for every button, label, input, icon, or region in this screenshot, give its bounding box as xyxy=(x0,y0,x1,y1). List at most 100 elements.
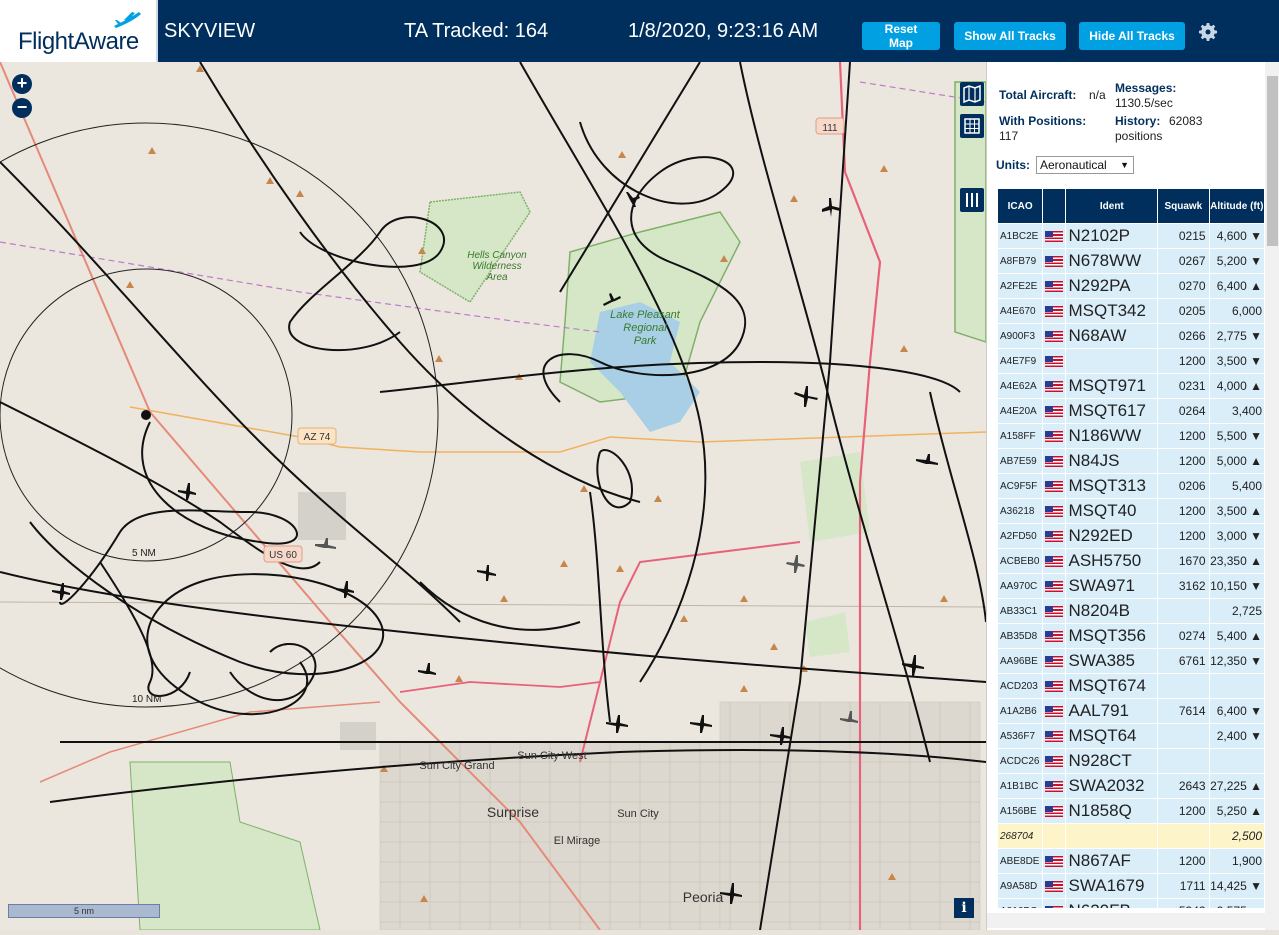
table-row[interactable]: 268704 2,500 xyxy=(998,824,1264,848)
altitude-cell: 4,600 ▼ xyxy=(1209,224,1264,248)
map-canvas[interactable]: 111 AZ 74 US 60 Hells Canyon Wilderness … xyxy=(0,62,986,930)
squawk-cell: 1200 xyxy=(1158,349,1209,373)
column-header-flag[interactable] xyxy=(1043,189,1066,223)
columns-icon xyxy=(966,193,978,207)
hide-all-tracks-button[interactable]: Hide All Tracks xyxy=(1079,22,1185,50)
zoom-in-button[interactable]: + xyxy=(12,74,32,94)
map-layers-button[interactable] xyxy=(960,82,984,106)
table-row[interactable]: A816BC N620FB53429,575 ▲ xyxy=(998,899,1264,908)
icao-cell: 268704 xyxy=(998,824,1043,848)
table-row[interactable]: A156BE N1858Q 1200 5,250 ▲ xyxy=(998,799,1264,823)
table-row[interactable]: ACD203 MSQT674 xyxy=(998,674,1264,698)
table-row[interactable]: A4E670 MSQT342 0205 6,000 xyxy=(998,299,1264,323)
info-button[interactable]: i xyxy=(954,898,974,918)
us-flag-icon xyxy=(1045,381,1064,393)
us-flag-icon xyxy=(1045,756,1064,768)
icao-cell: A816BC xyxy=(998,899,1043,908)
altitude-cell xyxy=(1209,749,1264,773)
flightaware-logo[interactable]: FlightAware xyxy=(0,0,158,62)
squawk-cell: 5342 xyxy=(1158,899,1209,908)
table-row[interactable]: A1BC2E N2102P 0215 4,600 ▼ xyxy=(998,224,1264,248)
with-positions-label: With Positions: xyxy=(999,114,1087,128)
aircraft-table-container[interactable]: ICAO Ident Squawk Altitude (ft) A1BC2E N2… xyxy=(997,188,1265,908)
ident-cell: N620FB xyxy=(1066,899,1158,908)
altitude-cell: 4,000 ▲ xyxy=(1209,374,1264,398)
show-all-tracks-button[interactable]: Show All Tracks xyxy=(954,22,1066,50)
table-row[interactable]: A1A2B6 AAL791 7614 6,400 ▼ xyxy=(998,699,1264,723)
scrollbar-thumb[interactable] xyxy=(1267,76,1278,246)
icao-cell: AB35D8 xyxy=(998,624,1043,648)
table-row[interactable]: A900F3 N68AW 0266 2,775 ▼ xyxy=(998,324,1264,348)
table-row[interactable]: A8FB79 N678WW 0267 5,200 ▼ xyxy=(998,249,1264,273)
table-row[interactable]: A2FE2E N292PA 0270 6,400 ▲ xyxy=(998,274,1264,298)
flag-cell xyxy=(1043,599,1066,623)
columns-toggle-button[interactable] xyxy=(960,188,984,212)
table-row[interactable]: A2FD50 N292ED 1200 3,000 ▼ xyxy=(998,524,1264,548)
column-header-altitude[interactable]: Altitude (ft) xyxy=(1209,189,1264,223)
us-flag-icon xyxy=(1045,581,1064,593)
table-row[interactable]: AA96BE SWA385 6761 12,350 ▼ xyxy=(998,649,1264,673)
reset-map-button[interactable]: Reset Map xyxy=(862,22,940,50)
icao-cell: AB33C1 xyxy=(998,599,1043,623)
ident-cell: N84JS xyxy=(1066,449,1158,473)
altitude-cell: 3,500 ▼ xyxy=(1209,349,1264,373)
table-row[interactable]: ACDC26 N928CT xyxy=(998,749,1264,773)
flag-cell xyxy=(1043,849,1066,873)
flag-cell xyxy=(1043,724,1066,748)
icao-cell: A1B1BC xyxy=(998,774,1043,798)
table-row[interactable]: AB33C1 N8204B 2,725 xyxy=(998,599,1264,623)
us-flag-icon xyxy=(1045,706,1064,718)
table-row[interactable]: ACBEB0 ASH5750 1670 23,350 ▲ xyxy=(998,549,1264,573)
ident-cell: MSQT40 xyxy=(1066,499,1158,523)
table-row[interactable]: AB7E59 N84JS 1200 5,000 ▲ xyxy=(998,449,1264,473)
units-select[interactable]: Aeronautical ▼ xyxy=(1036,156,1134,174)
squawk-cell: 0205 xyxy=(1158,299,1209,323)
altitude-cell: 12,350 ▼ xyxy=(1209,649,1264,673)
us-flag-icon xyxy=(1045,456,1064,468)
table-row[interactable]: ABE8DE N867AF 1200 1,900 xyxy=(998,849,1264,873)
logo-plane-icon xyxy=(114,12,141,28)
table-row[interactable]: A4E20A MSQT617 0264 3,400 xyxy=(998,399,1264,423)
squawk-cell: 1200 xyxy=(1158,524,1209,548)
table-row[interactable]: A9A58D SWA1679 1711 14,425 ▼ xyxy=(998,874,1264,898)
column-header-squawk[interactable]: Squawk xyxy=(1158,189,1209,223)
ident-cell: MSQT356 xyxy=(1066,624,1158,648)
flag-cell xyxy=(1043,899,1066,908)
us-flag-icon xyxy=(1045,406,1064,418)
map-view[interactable]: 111 AZ 74 US 60 Hells Canyon Wilderness … xyxy=(0,62,986,930)
flag-cell xyxy=(1043,224,1066,248)
column-header-icao[interactable]: ICAO xyxy=(998,189,1043,223)
horizontal-scrollbar[interactable] xyxy=(987,913,1265,928)
table-row[interactable]: A36218 MSQT40 1200 3,500 ▲ xyxy=(998,499,1264,523)
us-flag-icon xyxy=(1045,906,1064,908)
squawk-cell: 1200 xyxy=(1158,849,1209,873)
table-row[interactable]: A1B1BC SWA2032 2643 27,225 ▲ xyxy=(998,774,1264,798)
table-row[interactable]: AB35D8 MSQT356 0274 5,400 ▲ xyxy=(998,624,1264,648)
altitude-cell: 6,400 ▲ xyxy=(1209,274,1264,298)
table-row[interactable]: A4E7F9 1200 3,500 ▼ xyxy=(998,349,1264,373)
flag-cell xyxy=(1043,824,1066,848)
table-row[interactable]: AC9F5F MSQT313 0206 5,400 xyxy=(998,474,1264,498)
icao-cell: AC9F5F xyxy=(998,474,1043,498)
current-datetime: 1/8/2020, 9:23:16 AM xyxy=(628,20,819,42)
chevron-down-icon: ▼ xyxy=(1120,160,1129,170)
us-flag-icon xyxy=(1045,431,1064,443)
altitude-cell: 2,775 ▼ xyxy=(1209,324,1264,348)
flag-cell xyxy=(1043,699,1066,723)
svg-text:Hells Canyon: Hells Canyon xyxy=(467,250,527,261)
table-row[interactable]: A4E62A MSQT971 0231 4,000 ▲ xyxy=(998,374,1264,398)
table-row[interactable]: AA970C SWA971 3162 10,150 ▼ xyxy=(998,574,1264,598)
us-flag-icon xyxy=(1045,806,1064,818)
ident-cell: N2102P xyxy=(1066,224,1158,248)
zoom-out-button[interactable]: − xyxy=(12,98,32,118)
icao-cell: A9A58D xyxy=(998,874,1043,898)
table-row[interactable]: A536F7 MSQT64 2,400 ▼ xyxy=(998,724,1264,748)
settings-gear-icon[interactable] xyxy=(1196,20,1220,44)
units-select-value: Aeronautical xyxy=(1040,158,1107,172)
table-row[interactable]: A158FF N186WW 1200 5,500 ▼ xyxy=(998,424,1264,448)
column-header-ident[interactable]: Ident xyxy=(1066,189,1158,223)
grid-toggle-button[interactable] xyxy=(960,114,984,138)
altitude-cell: 2,725 xyxy=(1209,599,1264,623)
us-flag-icon xyxy=(1045,531,1064,543)
flag-cell xyxy=(1043,774,1066,798)
